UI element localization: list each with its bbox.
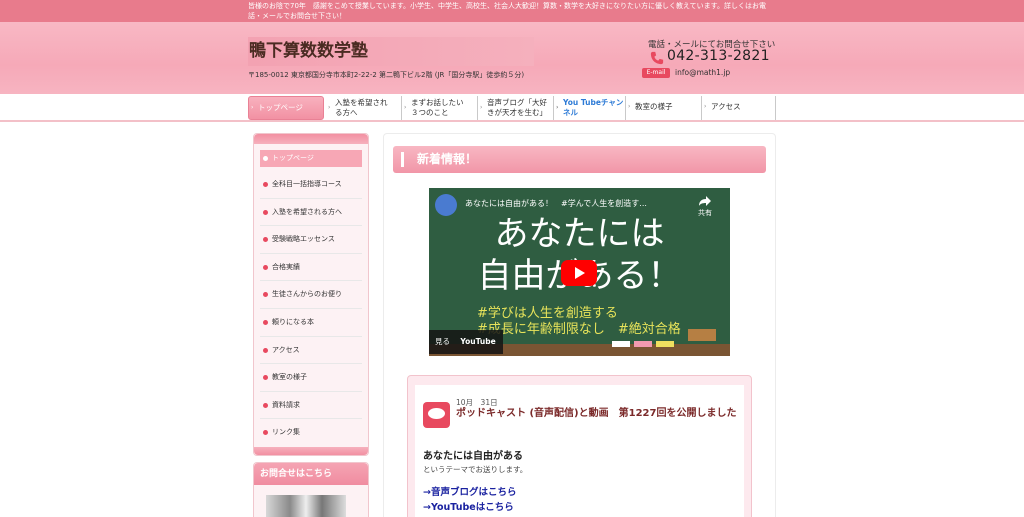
sidebar-item-label: 生徒さんからのお便り — [272, 290, 342, 299]
youtube-video-embed[interactable]: あなたには自由がある！ #学んで人生を創造す... 共有 あなたには 自由がある… — [429, 188, 730, 356]
site-header: 鴨下算数数学塾 〒185-0012 東京都国分寺市本町2-22-2 第二鴨下ビル… — [0, 22, 1024, 94]
sidebar-menu: トップページ 全科目一括指導コース 入塾を希望される方へ 受験戦略エッセンス 合… — [253, 133, 369, 456]
email-badge: E-mail — [642, 68, 670, 78]
nav-label-line2: る方へ — [335, 108, 358, 117]
nav-label-line1: 音声ブログ「大好 — [487, 98, 547, 107]
bullet-icon — [263, 237, 268, 243]
chevron-right-icon: › — [328, 104, 331, 111]
watch-on-youtube-button[interactable]: 見る YouTube — [429, 330, 503, 354]
sidebar-item-results[interactable]: 合格実績 — [260, 254, 362, 282]
bullet-icon — [263, 182, 268, 187]
phone-icon — [650, 51, 664, 65]
bullet-icon — [263, 375, 268, 381]
sidebar-cap — [254, 134, 368, 144]
nav-youtube[interactable]: › You Tubeチャン ネル — [554, 96, 626, 120]
heading-bar-icon — [401, 152, 404, 167]
sidebar-item-letters[interactable]: 生徒さんからのお便り — [260, 281, 362, 309]
nav-label-line2: きが天才を生む」 — [487, 108, 547, 117]
chalk-yellow — [656, 341, 674, 347]
contact-box: お問合せはこちら — [253, 462, 369, 517]
chalk-pink — [634, 341, 652, 347]
bullet-icon — [263, 209, 268, 215]
bullet-icon — [263, 292, 268, 298]
bullet-icon — [263, 264, 268, 270]
sidebar-item-label: 受験戦略エッセンス — [272, 235, 335, 244]
eraser-graphic — [688, 329, 716, 341]
sidebar-item-materials[interactable]: 資料請求 — [260, 392, 362, 420]
sidebar-item-links[interactable]: リンク集 — [260, 419, 362, 447]
bullet-icon — [263, 156, 268, 161]
chevron-right-icon: › — [404, 104, 407, 111]
sidebar-item-label: 合格実績 — [272, 262, 300, 271]
address: 〒185-0012 東京都国分寺市本町2-22-2 第二鴨下ビル2階 (JR「国… — [248, 71, 525, 79]
nav-label: アクセス — [711, 102, 741, 111]
sidebar-item-label: トップページ — [272, 154, 314, 162]
nav-label-line1: 入塾を希望され — [335, 98, 388, 107]
sidebar-item-classroom[interactable]: 教室の様子 — [260, 364, 362, 392]
chevron-right-icon: › — [628, 103, 631, 110]
nav-audio-blog[interactable]: › 音声ブログ「大好 きが天才を生む」 — [478, 96, 554, 120]
news-heading: 新着情報！ — [393, 146, 766, 173]
chevron-right-icon: › — [704, 103, 707, 110]
sidebar-item-books[interactable]: 頼りになる本 — [260, 309, 362, 337]
nav-three-things[interactable]: › まずお話したい ３つのこと — [402, 96, 478, 120]
sidebar-item-label: 頼りになる本 — [272, 317, 314, 326]
audio-blog-link[interactable]: →音声ブログはこちら — [423, 484, 516, 498]
sidebar-item-label: 入塾を希望される方へ — [272, 207, 342, 216]
global-nav: › トップページ › 入塾を希望され る方へ › まずお話したい ３つのこと ›… — [0, 94, 1024, 122]
sidebar-item-label: 資料請求 — [272, 400, 300, 409]
nav-top-page[interactable]: › トップページ — [248, 96, 324, 120]
youtube-link[interactable]: →YouTubeはこちら — [423, 499, 514, 513]
nav-label-line2: ネル — [563, 108, 578, 117]
contact-box-title[interactable]: お問合せはこちら — [254, 463, 368, 485]
watch-label: 見る — [435, 337, 450, 346]
nav-enrollment[interactable]: › 入塾を希望され る方へ — [326, 96, 402, 120]
announcement-line-2: 話・メールでお問合せ下さい！ — [248, 12, 346, 20]
nav-label-line2: ３つのこと — [411, 108, 449, 117]
nav-label-line1: まずお話したい — [411, 98, 464, 107]
chalk-white — [612, 341, 630, 347]
nav-label: トップページ — [258, 103, 303, 112]
bullet-icon — [263, 319, 268, 325]
share-icon — [699, 196, 711, 206]
chevron-right-icon: › — [556, 104, 559, 111]
video-hashtags-line2: #成長に年齢制限なし #絶対合格 — [477, 322, 681, 337]
email-address[interactable]: info@math1.jp — [675, 68, 730, 77]
bullet-icon — [263, 347, 268, 353]
sidebar-item-label: リンク集 — [272, 428, 300, 437]
post-text: というテーマでお送りします。 — [423, 465, 528, 474]
sidebar-item-strategy[interactable]: 受験戦略エッセンス — [260, 226, 362, 254]
chevron-right-icon: › — [251, 104, 254, 111]
bullet-icon — [263, 402, 268, 408]
announcement-line-1: 皆様のお陰で70年 感謝をこめて授業しています。小学生、中学生、高校生、社会人大… — [248, 2, 766, 10]
post-subtitle: あなたには自由がある — [423, 451, 523, 462]
top-announcement-bar: 皆様のお陰で70年 感謝をこめて授業しています。小学生、中学生、高校生、社会人大… — [0, 0, 1024, 22]
sidebar-item-label: アクセス — [272, 345, 300, 354]
youtube-logo: YouTube — [460, 337, 496, 346]
news-heading-label: 新着情報！ — [417, 152, 478, 166]
post-title[interactable]: ポッドキャスト (音声配信)と動画 第1227回を公開しました — [456, 407, 742, 421]
sidebar-item-access[interactable]: アクセス — [260, 337, 362, 365]
chevron-right-icon: › — [480, 104, 483, 111]
sidebar-foot — [254, 446, 368, 455]
play-button-icon[interactable] — [561, 260, 597, 286]
nav-label-line1: You Tubeチャン — [563, 98, 624, 107]
nav-classroom[interactable]: › 教室の様子 — [626, 96, 702, 120]
sidebar-item-label: 教室の様子 — [272, 373, 307, 382]
site-title[interactable]: 鴨下算数数学塾 — [248, 37, 534, 66]
sidebar-item-label: 全科目一括指導コース — [272, 180, 342, 188]
sidebar-item-all-subjects[interactable]: 全科目一括指導コース — [260, 171, 362, 199]
nav-label: 教室の様子 — [635, 102, 673, 111]
sidebar-item-top[interactable]: トップページ — [260, 150, 362, 167]
contact-photo — [266, 495, 346, 517]
nav-access[interactable]: › アクセス — [702, 96, 776, 120]
sidebar-item-enrollment[interactable]: 入塾を希望される方へ — [260, 199, 362, 227]
phone-number[interactable]: 042-313-2821 — [667, 48, 770, 64]
chat-bubble-icon — [423, 402, 450, 428]
bullet-icon — [263, 430, 268, 436]
